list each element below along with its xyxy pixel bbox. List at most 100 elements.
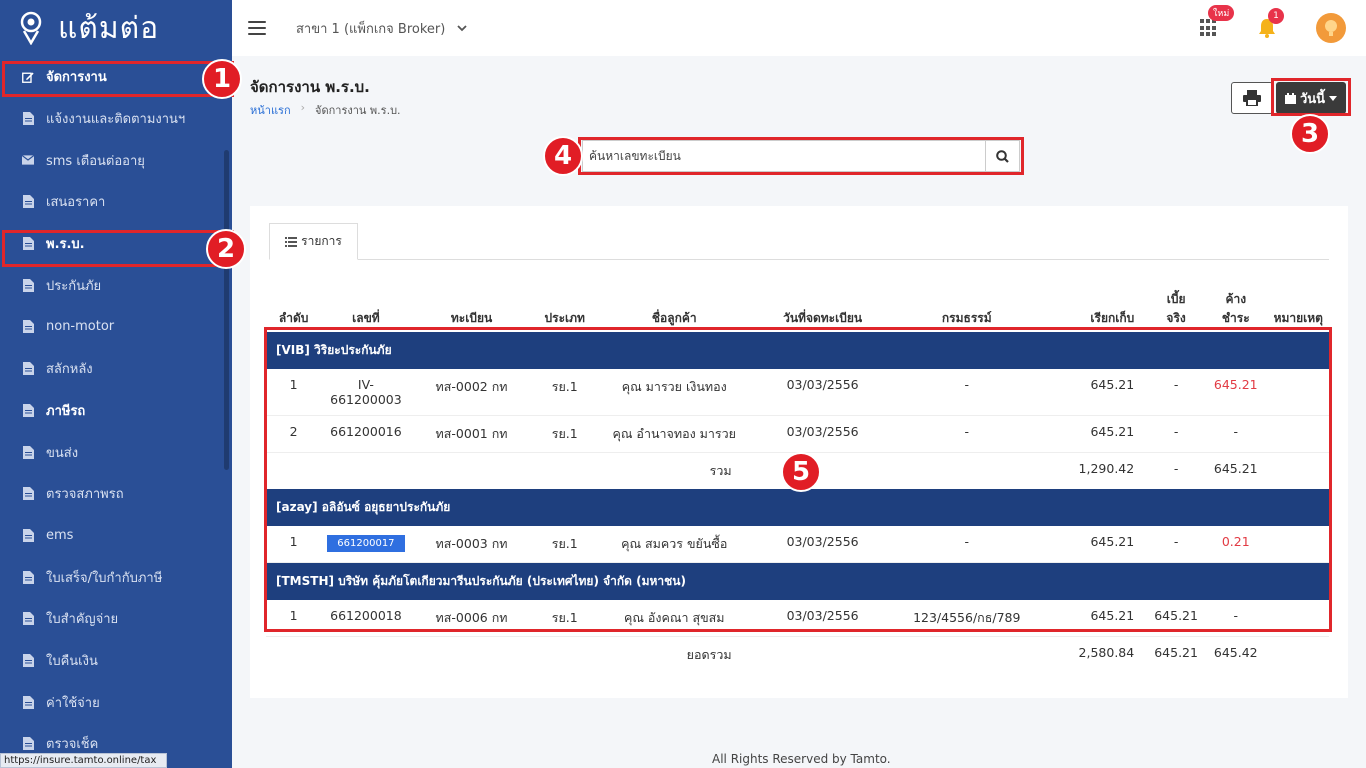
sidebar-item[interactable]: ขนส่ง — [0, 431, 232, 473]
file-icon — [22, 403, 34, 417]
breadcrumb-home-link[interactable]: หน้าแรก — [250, 101, 291, 119]
file-icon — [22, 320, 34, 334]
sidebar-item-label: sms เตือนต่ออายุ — [46, 153, 145, 169]
file-icon — [22, 653, 34, 667]
sidebar-item-label: ภาษีรถ — [46, 403, 86, 419]
sidebar-menu: จัดการงาน แจ้งงานและติดตามงานฯ sms เตือนต่… — [0, 56, 232, 765]
sidebar-item[interactable]: ประกันภัย — [0, 264, 232, 306]
envelope-icon — [22, 153, 34, 167]
sidebar-item-label: ems — [46, 527, 74, 543]
breadcrumb: หน้าแรก › จัดการงาน พ.ร.บ. — [250, 101, 401, 119]
annotation-badge-1: 1 — [202, 59, 242, 99]
sidebar-item[interactable]: ใบคืนเงิน — [0, 640, 232, 682]
sidebar-item-label: เสนอราคา — [46, 195, 106, 211]
notification-bell-icon[interactable]: 1 — [1258, 8, 1284, 38]
sidebar-item-label: ประกันภัย — [46, 278, 102, 294]
footer-text: All Rights Reserved by Tamto. — [712, 752, 891, 766]
column-header[interactable]: วันที่จดทะเบียน — [752, 278, 894, 332]
sidebar-item[interactable]: non-motor — [0, 306, 232, 348]
printer-icon — [1243, 90, 1261, 106]
sidebar-item-label: ตรวจสภาพรถ — [46, 487, 124, 503]
file-icon — [22, 278, 34, 292]
column-header[interactable]: หมายเหตุ — [1268, 278, 1329, 332]
annotation-badge-2: 2 — [206, 229, 246, 269]
sidebar-item[interactable]: สลักหลัง — [0, 348, 232, 390]
sidebar-item-label: ใบสำคัญจ่าย — [46, 612, 119, 628]
file-icon — [22, 737, 34, 751]
header-line: จริง — [1166, 311, 1186, 325]
sidebar-item-label: สลักหลัง — [46, 362, 93, 378]
sidebar-item[interactable]: ems — [0, 515, 232, 557]
sidebar-item[interactable]: ค่าใช้จ่าย — [0, 681, 232, 723]
annotation-badge-5: 5 — [781, 452, 821, 492]
header-line: เบี้ย — [1166, 292, 1186, 306]
header-line: ชำระ — [1221, 311, 1250, 325]
tab-divider — [269, 259, 1329, 260]
column-header[interactable]: เบี้ยจริง — [1148, 278, 1204, 332]
sidebar-item-label: ตรวจเช็ค — [46, 737, 99, 753]
print-button[interactable] — [1231, 82, 1273, 114]
file-icon — [22, 362, 34, 376]
file-icon — [22, 695, 34, 709]
branch-label: สาขา 1 (แพ็กเกจ Broker) — [296, 21, 446, 37]
column-header[interactable]: ชื่อลูกค้า — [597, 278, 752, 332]
annotation-box-4 — [578, 137, 1024, 175]
file-icon — [22, 112, 34, 126]
file-icon — [22, 528, 34, 542]
list-icon — [285, 236, 298, 247]
sidebar-scrollbar[interactable] — [224, 150, 229, 470]
apps-grid-icon[interactable]: ใหม่ — [1200, 5, 1235, 37]
sidebar-item[interactable]: ตรวจสภาพรถ — [0, 473, 232, 515]
sidebar-item-label: ขนส่ง — [46, 445, 79, 461]
tab-label: รายการ — [301, 234, 342, 248]
sidebar-item-label: non-motor — [46, 319, 115, 335]
grand-total-label: ยอดรวม — [686, 647, 732, 662]
annotation-badge-4: 4 — [543, 136, 583, 176]
file-icon — [22, 570, 34, 584]
sidebar-item[interactable]: แจ้งงานและติดตามงานฯ — [0, 98, 232, 140]
sidebar-item[interactable]: sms เตือนต่ออายุ — [0, 139, 232, 181]
column-header[interactable]: ทะเบียน — [411, 278, 533, 332]
sidebar-item[interactable]: ใบเสร็จ/ใบกำกับภาษี — [0, 556, 232, 598]
column-header[interactable]: เลขที่ — [321, 278, 410, 332]
notification-count: 1 — [1268, 8, 1284, 24]
annotation-badge-3: 3 — [1290, 114, 1330, 154]
sidebar-item-label: ใบคืนเงิน — [46, 653, 98, 669]
sidebar-item-label: แจ้งงานและติดตามงานฯ — [46, 112, 186, 128]
grand-total-charge: 2,580.84 — [1078, 645, 1135, 660]
map-pin-icon — [20, 11, 42, 45]
breadcrumb-separator: › — [300, 101, 306, 114]
column-header[interactable]: ประเภท — [533, 278, 597, 332]
sidebar-item[interactable]: ภาษีรถ — [0, 390, 232, 432]
table-header-row: ลำดับ เลขที่ ทะเบียน ประเภท ชื่อลูกค้า ว… — [266, 278, 1329, 332]
header-line: ค้าง — [1225, 292, 1247, 306]
avatar[interactable] — [1316, 13, 1346, 43]
column-header[interactable]: กรมธรรม์ — [894, 278, 1040, 332]
breadcrumb-current: จัดการงาน พ.ร.บ. — [315, 104, 401, 117]
file-icon — [22, 612, 34, 626]
tab-list[interactable]: รายการ — [269, 223, 358, 260]
hamburger-icon[interactable] — [248, 21, 266, 35]
page-title: จัดการงาน พ.ร.บ. — [250, 78, 370, 96]
grand-total-spacer — [752, 637, 1040, 674]
grand-total-outstanding: 645.42 — [1213, 645, 1258, 660]
sidebar: แต้มต่อ จัดการงาน แจ้งงานและติดตามงานฯ sms… — [0, 0, 232, 768]
annotation-box-2 — [2, 230, 234, 267]
status-bar-url: https://insure.tamto.online/tax — [0, 753, 167, 768]
sidebar-item[interactable]: ใบสำคัญจ่าย — [0, 598, 232, 640]
column-header[interactable]: ลำดับ — [266, 278, 321, 332]
annotation-box-1 — [2, 61, 234, 97]
column-header[interactable]: เรียกเก็บ — [1040, 278, 1148, 332]
column-header[interactable]: ค้างชำระ — [1204, 278, 1268, 332]
cell-note — [1268, 637, 1329, 674]
brand-name: แต้มต่อ — [58, 10, 160, 46]
grand-total-premium: 645.21 — [1154, 645, 1198, 660]
sidebar-item-label: ใบเสร็จ/ใบกำกับภาษี — [46, 570, 163, 586]
branch-selector[interactable]: สาขา 1 (แพ็กเกจ Broker) — [296, 18, 467, 39]
annotation-box-3 — [1271, 78, 1351, 116]
sidebar-item[interactable]: เสนอราคา — [0, 181, 232, 223]
sidebar-item-label: ค่าใช้จ่าย — [46, 695, 100, 711]
file-icon — [22, 487, 34, 501]
file-icon — [22, 195, 34, 209]
brand[interactable]: แต้มต่อ — [0, 0, 232, 56]
